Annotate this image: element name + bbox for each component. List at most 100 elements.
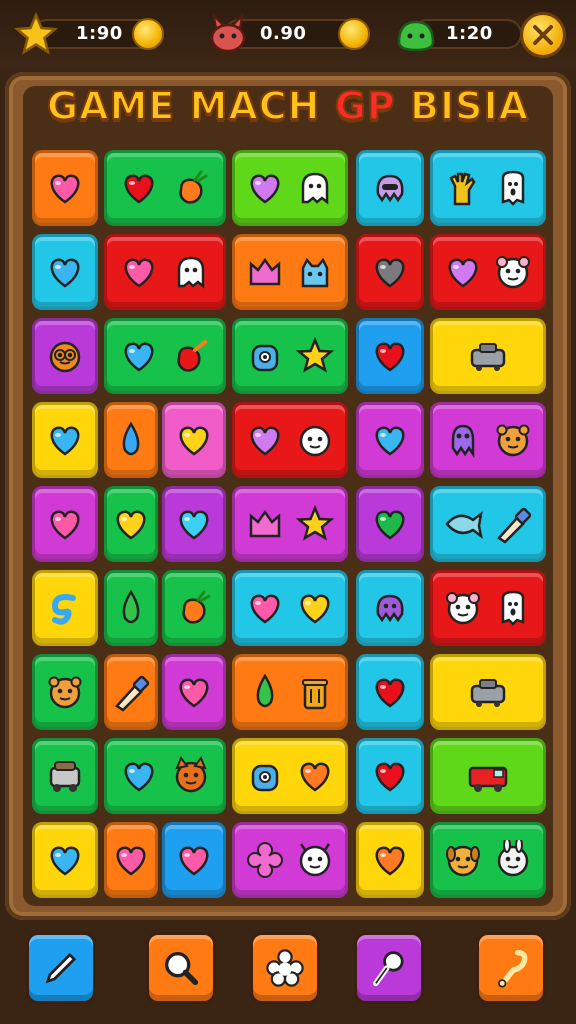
pencil-tool-button[interactable] [26, 932, 96, 1004]
board-tile[interactable] [232, 570, 348, 646]
board-tile[interactable] [104, 822, 158, 898]
close-button[interactable] [520, 12, 566, 58]
board-tile[interactable] [430, 486, 546, 562]
board-tile[interactable] [356, 486, 424, 562]
board-tile[interactable] [32, 570, 98, 646]
squid-icon [451, 424, 475, 459]
board-tile[interactable] [32, 402, 98, 478]
board-tile[interactable] [32, 654, 98, 730]
blue-swirl-icon [51, 594, 76, 625]
board-tile[interactable] [356, 654, 424, 730]
robot-icon [251, 344, 279, 372]
red-heart-icon [375, 762, 405, 792]
slime-value: 1:20 [446, 23, 493, 44]
board-tile[interactable] [430, 150, 546, 226]
board-tile[interactable] [162, 654, 226, 730]
red-heart-icon [375, 342, 405, 372]
green-heart-icon [375, 510, 405, 540]
search-tool-button[interactable] [146, 932, 216, 1004]
fox-icon [175, 756, 207, 793]
board-tile[interactable] [104, 318, 226, 394]
board-tile[interactable] [430, 570, 546, 646]
ghost-icon [177, 256, 205, 289]
board-tile[interactable] [104, 738, 226, 814]
board-tile[interactable] [232, 150, 348, 226]
pink-heart-icon [124, 258, 154, 288]
board-tile[interactable] [32, 738, 98, 814]
board-tile[interactable] [162, 570, 226, 646]
magnifier-icon [165, 952, 199, 986]
pink-heart-icon [50, 510, 80, 540]
yellow-heart-icon [116, 510, 146, 540]
board-tile[interactable] [104, 150, 226, 226]
glove-icon [449, 172, 476, 206]
bear-icon [496, 424, 530, 457]
blue-heart-icon [124, 342, 154, 372]
board-tile[interactable] [430, 402, 546, 478]
pin-tool-button[interactable] [354, 932, 424, 1004]
board-tile[interactable] [104, 486, 158, 562]
board-tile[interactable] [430, 234, 546, 310]
tank-icon [470, 679, 506, 707]
face-icon [299, 425, 331, 457]
board-tile[interactable] [104, 402, 158, 478]
rabbit-icon [497, 840, 529, 877]
shuffle-tool-button[interactable] [250, 932, 320, 1004]
board-tile[interactable] [232, 486, 348, 562]
board-tile[interactable] [356, 738, 424, 814]
board-tile[interactable] [232, 318, 348, 394]
tank-icon [470, 343, 506, 371]
blue-heart-icon [50, 426, 80, 456]
fish-icon [445, 511, 483, 539]
cyan-heart-icon [179, 510, 209, 540]
board-tile[interactable] [430, 318, 546, 394]
board-tile[interactable] [232, 402, 348, 478]
board-tile[interactable] [232, 822, 348, 898]
yellow-star-icon [295, 336, 335, 373]
board-tile[interactable] [356, 822, 424, 898]
yellow-heart-icon [300, 594, 330, 624]
board-tile[interactable] [232, 234, 348, 310]
board-tile[interactable] [32, 318, 98, 394]
board-tile[interactable] [104, 654, 158, 730]
board-tile[interactable] [232, 738, 348, 814]
board-tile[interactable] [356, 234, 424, 310]
dog-icon [446, 845, 480, 877]
blue-cat-icon [301, 257, 329, 288]
tooth-icon [501, 170, 525, 206]
hook-tool-button[interactable] [476, 932, 546, 1004]
board-tile[interactable] [430, 738, 546, 814]
gray-heart-icon [375, 258, 405, 288]
board-tile[interactable] [356, 318, 424, 394]
board-tile[interactable] [162, 486, 226, 562]
board-tile[interactable] [356, 150, 424, 226]
red-heart-icon [375, 678, 405, 708]
board-tile[interactable] [32, 486, 98, 562]
board-tile[interactable] [32, 150, 98, 226]
board-tile[interactable] [162, 402, 226, 478]
board-tile[interactable] [430, 654, 546, 730]
creature-value: 0.90 [260, 23, 307, 44]
flower-icon [266, 949, 304, 987]
board-tile[interactable] [232, 654, 348, 730]
board-tile[interactable] [32, 822, 98, 898]
board-tile[interactable] [162, 822, 226, 898]
game-title: GAME MACH GP BISIA [0, 83, 576, 129]
pin-icon [373, 951, 404, 987]
purple-heart-icon [448, 258, 478, 288]
orange-heart-icon [375, 846, 405, 876]
board-tile[interactable] [430, 822, 546, 898]
owl-icon [49, 341, 81, 373]
board-tile[interactable] [356, 570, 424, 646]
board-tile[interactable] [104, 570, 158, 646]
mouse-icon [446, 592, 480, 625]
creature-counter: 0.90 [206, 13, 372, 54]
board-tile[interactable] [32, 234, 98, 310]
board-tile[interactable] [356, 402, 424, 478]
board-tile[interactable] [104, 234, 226, 310]
pink-heart-icon [179, 678, 209, 708]
trash-icon [302, 679, 328, 710]
brush-icon [497, 507, 532, 544]
pink-heart-icon [50, 174, 80, 204]
yellow-star-icon [295, 504, 335, 541]
